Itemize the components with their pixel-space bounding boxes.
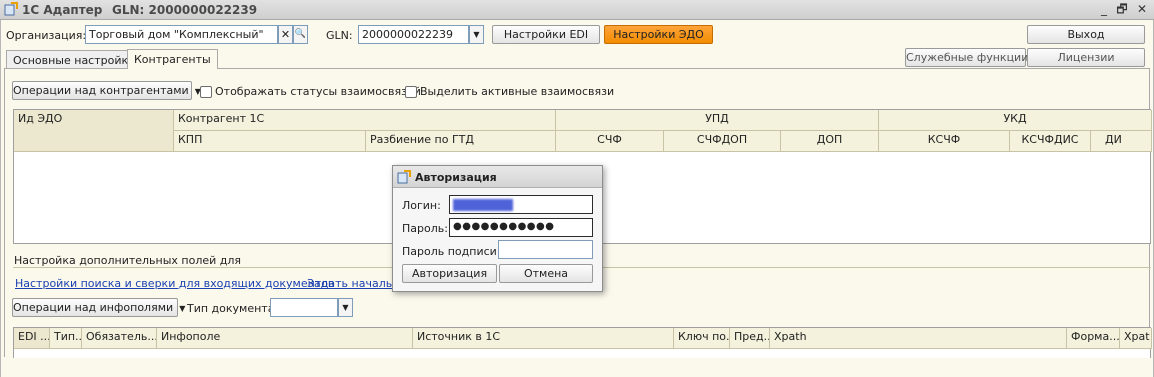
extra-fields-label: Настройка дополнительных полей для xyxy=(14,254,242,267)
sign-password-field[interactable] xyxy=(498,240,593,259)
app-title: 1С Адаптер xyxy=(22,3,103,17)
header-kschf[interactable]: КСЧФ xyxy=(879,131,1010,152)
show-statuses-label: Отображать статусы взаимосвязей xyxy=(215,85,421,98)
header-kschfdis[interactable]: КСЧФДИС xyxy=(1010,131,1091,152)
doc-type-select[interactable] xyxy=(270,298,338,317)
login-label: Логин: xyxy=(402,199,441,212)
licenses-button[interactable]: Лицензии xyxy=(1027,48,1145,67)
authorization-dialog: Авторизация Логин: Пароль: ●●●●●●●●●●● П… xyxy=(392,165,603,292)
close-icon[interactable]: ✕ xyxy=(1134,1,1150,17)
header-kpp[interactable]: КПП xyxy=(174,131,366,152)
highlight-active-label: Выделить активные взаимосвязи xyxy=(420,85,615,98)
header-edi[interactable]: EDI ... xyxy=(14,328,50,349)
chevron-down-icon: ▼ xyxy=(176,304,186,313)
password-label: Пароль: xyxy=(402,222,448,235)
restore-icon[interactable]: 🗗 xyxy=(1114,1,1130,17)
header-pred[interactable]: Пред... xyxy=(730,328,770,349)
title-bar: 1С Адаптер GLN: 2000000022239 _ 🗗 ✕ xyxy=(0,0,1154,20)
login-button[interactable]: Авторизация xyxy=(402,264,497,283)
gln-select[interactable]: 2000000022239 xyxy=(358,25,469,44)
checkbox-box xyxy=(405,85,417,98)
clear-icon[interactable]: ✕ xyxy=(278,25,293,44)
header-dop[interactable]: ДОП xyxy=(781,131,879,152)
gln-dropdown-icon[interactable]: ▼ xyxy=(469,25,484,44)
infofield-operations-button[interactable]: Операции над инфополями ▼ xyxy=(12,298,185,317)
header-di[interactable]: ДИ xyxy=(1091,131,1152,152)
service-functions-button[interactable]: Служебные функции xyxy=(905,48,1028,67)
search-settings-link[interactable]: Настройки поиска и сверки для входящих д… xyxy=(15,277,334,290)
tab-contractors[interactable]: Контрагенты xyxy=(127,49,218,69)
exit-button[interactable]: Выход xyxy=(1027,25,1145,44)
contractor-operations-button[interactable]: Операции над контрагентами ▼ xyxy=(12,81,201,100)
header-format[interactable]: Форма... xyxy=(1067,328,1120,349)
organization-field[interactable]: Торговый дом "Комплексный" xyxy=(85,25,278,44)
doc-type-label: Тип документа: xyxy=(187,302,279,315)
infofield-operations-label: Операции над инфополями xyxy=(13,301,174,314)
login-field[interactable] xyxy=(449,195,593,214)
header-key[interactable]: Ключ по... xyxy=(674,328,730,349)
dialog-header: Авторизация xyxy=(393,166,602,188)
header-schf[interactable]: СЧФ xyxy=(556,131,664,152)
header-gtd-split[interactable]: Разбиение по ГТД xyxy=(366,131,556,152)
highlight-active-checkbox[interactable]: Выделить активные взаимосвязи xyxy=(405,85,614,98)
window-gln-title: GLN: 2000000022239 xyxy=(112,3,258,17)
sign-password-label: Пароль подписи: xyxy=(402,245,501,258)
minimize-icon[interactable]: _ xyxy=(1096,1,1112,17)
doc-type-dropdown-icon[interactable]: ▼ xyxy=(338,298,353,317)
tab-main-settings[interactable]: Основные настройки xyxy=(6,50,143,69)
header-required[interactable]: Обязатель... xyxy=(82,328,157,349)
contractor-operations-label: Операции над контрагентами xyxy=(13,84,189,97)
header-type[interactable]: Тип... xyxy=(50,328,82,349)
header-xpath[interactable]: Xpath xyxy=(770,328,1067,349)
infofields-table[interactable]: EDI ... Тип... Обязатель... Инфополе Ист… xyxy=(13,327,1152,358)
show-statuses-checkbox[interactable]: Отображать статусы взаимосвязей xyxy=(200,85,421,98)
header-source-1c[interactable]: Источник в 1С xyxy=(413,328,674,349)
app-icon xyxy=(397,170,411,184)
header-contractor[interactable]: Контрагент 1С xyxy=(174,110,556,131)
app-icon xyxy=(4,2,18,16)
header-schfdop[interactable]: СЧФДОП xyxy=(664,131,781,152)
header-ukd[interactable]: УКД xyxy=(879,110,1152,131)
header-upd[interactable]: УПД xyxy=(556,110,879,131)
edo-settings-button[interactable]: Настройки ЭДО xyxy=(604,25,713,44)
cancel-button[interactable]: Отмена xyxy=(499,264,593,283)
edi-settings-button[interactable]: Настройки EDI xyxy=(492,25,600,44)
dialog-title: Авторизация xyxy=(415,171,497,184)
search-icon[interactable]: 🔍 xyxy=(293,25,308,44)
login-redaction xyxy=(453,199,513,211)
gln-label: GLN: xyxy=(326,29,353,42)
header-id-edo[interactable]: Ид ЭДО xyxy=(14,110,174,152)
organization-label: Организация: xyxy=(6,29,87,42)
password-field[interactable]: ●●●●●●●●●●● xyxy=(449,218,593,237)
header-xpath-2[interactable]: Xpat xyxy=(1120,328,1152,349)
checkbox-box xyxy=(200,85,212,98)
header-infofield[interactable]: Инфополе xyxy=(157,328,413,349)
